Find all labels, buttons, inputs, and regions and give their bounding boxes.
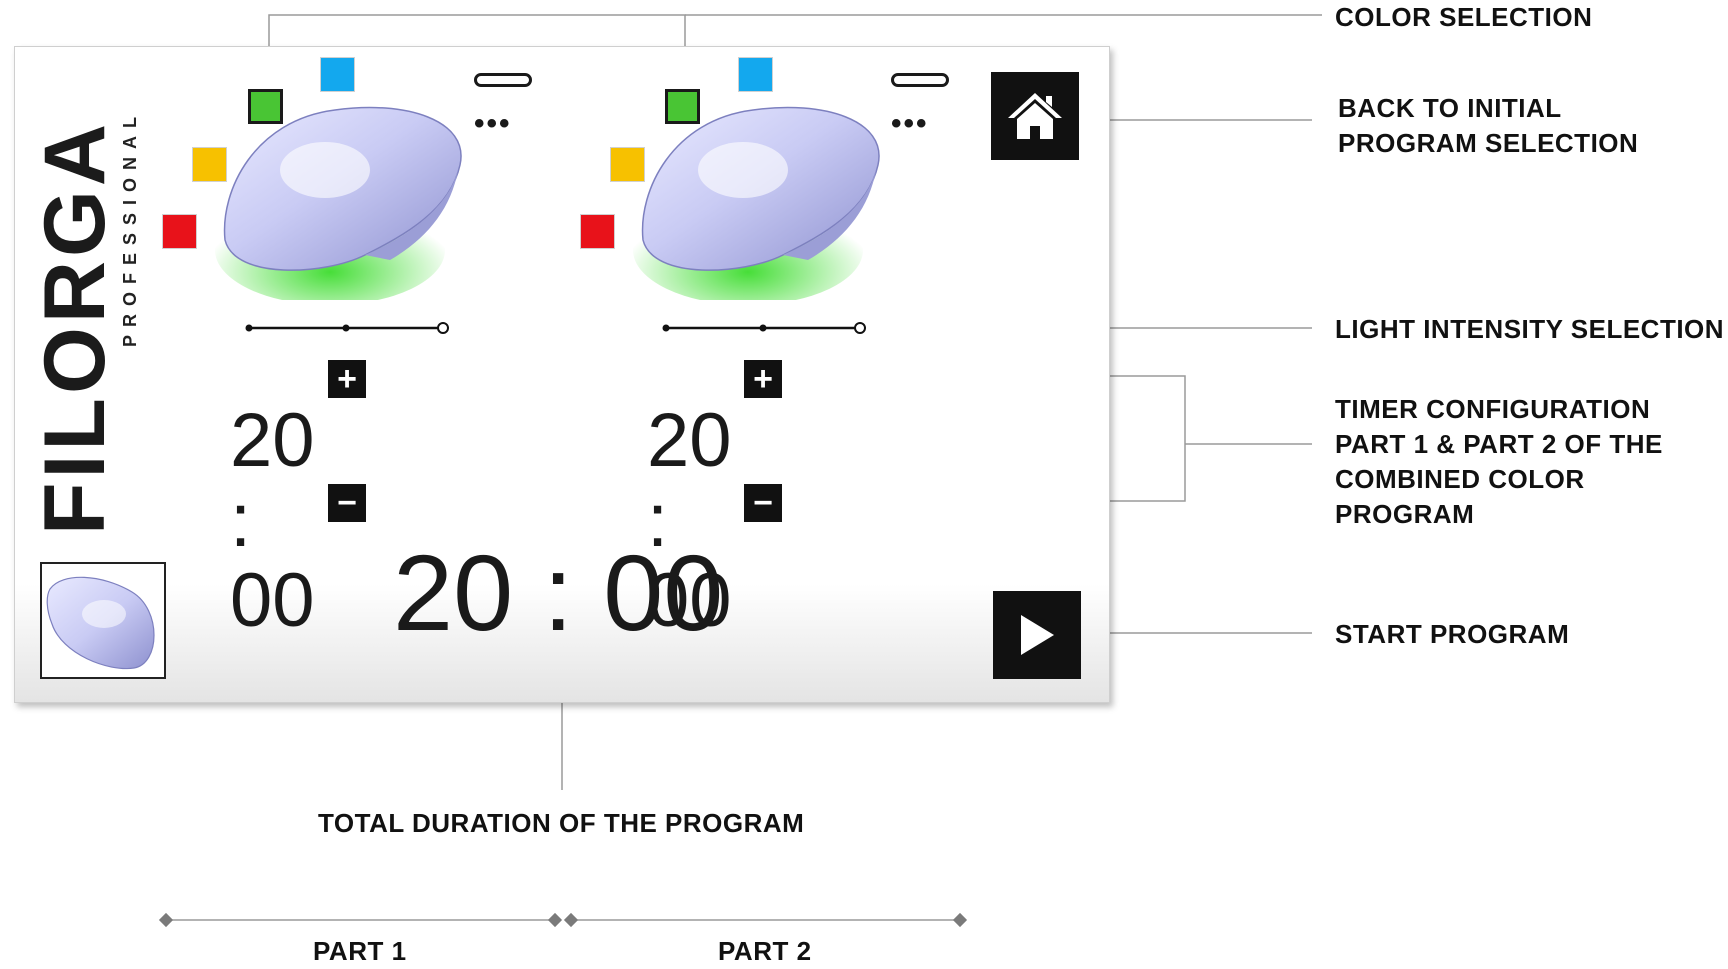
callout-timer-line2: PART 1 & PART 2 OF THE	[1335, 429, 1663, 459]
part1-more-options[interactable]: •••	[474, 109, 512, 139]
part1-swatch-red[interactable]	[162, 214, 197, 249]
part1-white-light-option[interactable]	[474, 73, 532, 87]
brand-name: FILORGA	[27, 120, 123, 535]
part2-swatch-blue[interactable]	[738, 57, 773, 92]
part2-swatch-red[interactable]	[580, 214, 615, 249]
part2-minus-button[interactable]: −	[744, 484, 782, 522]
callout-timer-line1: TIMER CONFIGURATION	[1335, 394, 1651, 424]
callout-color-selection: COLOR SELECTION	[1335, 2, 1593, 32]
play-icon	[1021, 615, 1054, 655]
label-part1: PART 1	[313, 936, 407, 966]
part2-intensity-slider[interactable]	[660, 320, 870, 336]
part1-timer-separator: :	[230, 478, 252, 563]
part1-plus-button[interactable]: +	[328, 360, 366, 398]
part1-intensity-slider[interactable]	[243, 320, 453, 336]
brand-subtitle: PROFESSIONAL	[120, 108, 140, 347]
start-button[interactable]	[993, 591, 1081, 679]
total-timer-minutes: 20	[393, 532, 514, 653]
part2-timer-minutes: 20	[647, 398, 732, 483]
part2-more-options[interactable]: •••	[891, 109, 929, 139]
brand-logo: FILORGA PROFESSIONAL	[27, 85, 145, 535]
part1-minus-button[interactable]: −	[328, 484, 366, 522]
callout-intensity: LIGHT INTENSITY SELECTION	[1335, 314, 1725, 344]
program-thumbnail[interactable]	[40, 562, 166, 679]
callout-timer-line3: COMBINED COLOR PROGRAM	[1335, 464, 1585, 529]
part2-device-image	[633, 106, 880, 300]
part2-white-light-option[interactable]	[891, 73, 949, 87]
part1-timer-minutes: 20	[230, 398, 315, 483]
total-duration-timer: 20 : 00	[393, 538, 723, 648]
total-timer-separator: :	[543, 532, 574, 653]
callout-total-duration: TOTAL DURATION OF THE PROGRAM	[318, 808, 805, 838]
callout-back-line1: BACK TO INITIAL	[1338, 93, 1562, 123]
callout-back-line2: PROGRAM SELECTION	[1338, 128, 1639, 158]
total-timer-seconds: 00	[603, 532, 724, 653]
device-thumbnail-image	[46, 576, 155, 670]
callout-start: START PROGRAM	[1335, 619, 1570, 649]
home-icon	[1008, 93, 1062, 139]
part1-timer-seconds: 00	[230, 558, 315, 643]
part2-plus-button[interactable]: +	[744, 360, 782, 398]
part1-timer: 20 : 00	[230, 401, 315, 641]
part1-device-image	[215, 106, 462, 300]
part1-swatch-blue[interactable]	[320, 57, 355, 92]
label-part2: PART 2	[718, 936, 812, 966]
home-button[interactable]	[991, 72, 1079, 160]
